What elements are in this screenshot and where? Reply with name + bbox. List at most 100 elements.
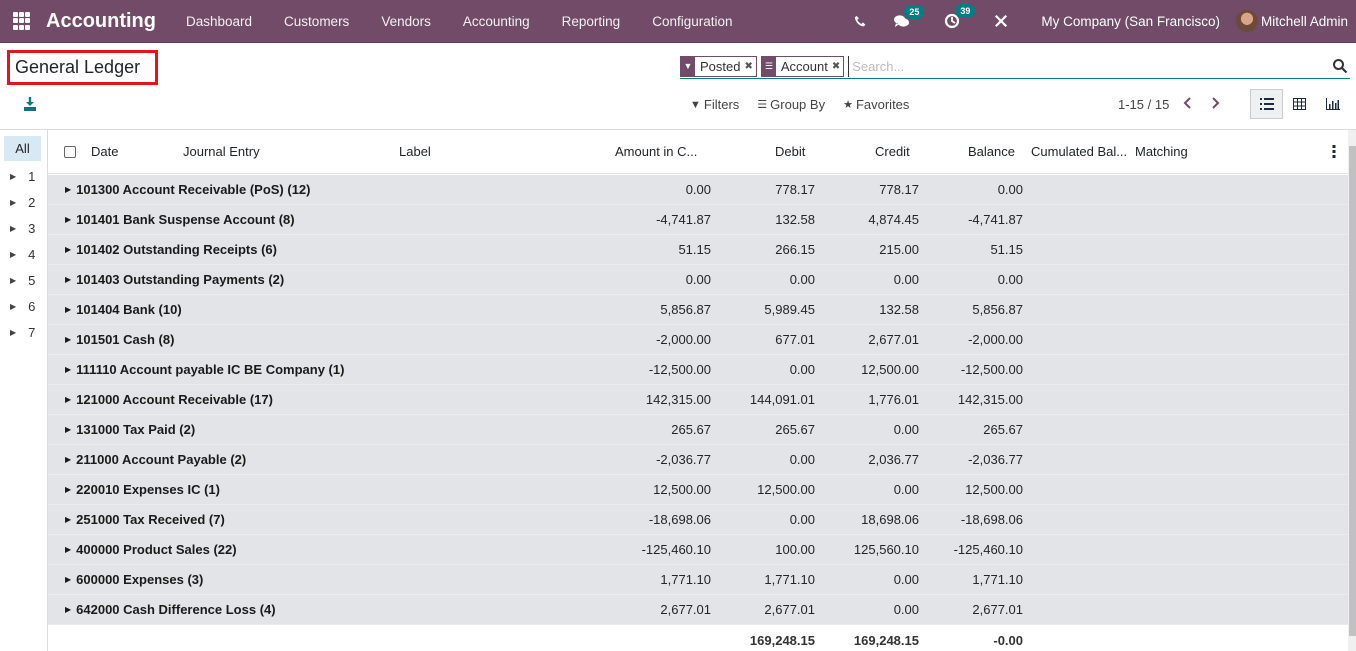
column-journal-entry[interactable]: Journal Entry [183, 144, 260, 159]
credit: 215.00 [879, 242, 919, 257]
facet-posted[interactable]: ▼ Posted ✖ [680, 55, 757, 77]
list-view-button[interactable] [1250, 89, 1283, 119]
favorites-button[interactable]: ★ Favorites [843, 97, 909, 112]
side-item[interactable]: ▶ 2 [10, 192, 40, 212]
credit: 2,677.01 [868, 332, 919, 347]
group-label: ▶ 101300 Account Receivable (PoS) (12) [65, 182, 311, 197]
remove-facet-icon[interactable]: ✖ [744, 57, 755, 76]
messages-button[interactable]: 25 [880, 4, 925, 29]
scrollbar-thumb[interactable] [1349, 146, 1356, 636]
menu-configuration[interactable]: Configuration [636, 14, 748, 29]
group-row[interactable]: ▶ 400000 Product Sales (22) -125,460.10 100… [48, 535, 1348, 565]
optional-columns-icon[interactable] [1332, 145, 1336, 158]
group-row[interactable]: ▶ 131000 Tax Paid (2) 265.67 265.67 0.00 265.… [48, 415, 1348, 445]
user-menu[interactable]: Mitchell Admin [1235, 10, 1356, 32]
side-item-all[interactable]: All [4, 136, 41, 161]
caret-right-icon: ▶ [65, 395, 72, 404]
group-row[interactable]: ▶ 101402 Outstanding Receipts (6) 51.15 266… [48, 235, 1348, 265]
group-row[interactable]: ▶ 101404 Bank (10) 5,856.87 5,989.45 132.58 5… [48, 295, 1348, 325]
remove-facet-icon[interactable]: ✖ [832, 57, 843, 76]
caret-right-icon: ▶ [10, 197, 17, 207]
menu-vendors[interactable]: Vendors [365, 14, 447, 29]
group-name: 101403 Outstanding Payments (2) [76, 272, 285, 287]
activities-button[interactable]: 39 [931, 4, 976, 29]
group-row[interactable]: ▶ 600000 Expenses (3) 1,771.10 1,771.10 0.00… [48, 565, 1348, 595]
group-row[interactable]: ▶ 642000 Cash Difference Loss (4) 2,677.01… [48, 595, 1348, 625]
group-label: ▶ 400000 Product Sales (22) [65, 542, 237, 557]
group-row[interactable]: ▶ 121000 Account Receivable (17) 142,315.0… [48, 385, 1348, 415]
search-input[interactable] [848, 55, 1332, 77]
search-icon[interactable] [1332, 58, 1348, 74]
column-amount-currency[interactable]: Amount in C... [615, 144, 697, 159]
side-item[interactable]: ▶ 6 [10, 296, 40, 316]
debit: 2,677.01 [764, 602, 815, 617]
debug-tools-button[interactable] [981, 14, 1021, 28]
group-row[interactable]: ▶ 111110 Account payable IC BE Company (1… [48, 355, 1348, 385]
select-all-checkbox[interactable] [64, 146, 76, 158]
group-by-button[interactable]: ☰ Group By [757, 97, 825, 112]
balance: 2,677.01 [972, 602, 1023, 617]
group-label: ▶ 642000 Cash Difference Loss (4) [65, 602, 276, 617]
debit: 100.00 [775, 542, 815, 557]
vertical-scrollbar[interactable] [1348, 130, 1356, 651]
credit: 0.00 [893, 422, 919, 437]
amount-currency: -18,698.06 [648, 512, 711, 527]
pager-value[interactable]: 1-15 / 15 [1118, 97, 1169, 112]
column-balance[interactable]: Balance [968, 144, 1015, 159]
group-row[interactable]: ▶ 211000 Account Payable (2) -2,036.77 0.00… [48, 445, 1348, 475]
amount-currency: 51.15 [678, 242, 711, 257]
side-item[interactable]: ▶ 1 [10, 166, 40, 186]
group-name: 131000 Tax Paid (2) [76, 422, 196, 437]
amount-currency: -12,500.00 [648, 362, 711, 377]
pager-previous-icon[interactable] [1183, 96, 1193, 112]
menu-reporting[interactable]: Reporting [546, 14, 637, 29]
filters-button[interactable]: ▼ Filters [690, 97, 739, 112]
group-label: ▶ 220010 Expenses IC (1) [65, 482, 220, 497]
company-switcher[interactable]: My Company (San Francisco) [1021, 14, 1236, 29]
menu-customers[interactable]: Customers [268, 14, 365, 29]
group-name: 101501 Cash (8) [76, 332, 175, 347]
side-item[interactable]: ▶ 4 [10, 244, 40, 264]
side-item[interactable]: ▶ 7 [10, 322, 40, 342]
pivot-view-button[interactable] [1283, 89, 1316, 119]
group-row[interactable]: ▶ 101401 Bank Suspense Account (8) -4,741.… [48, 205, 1348, 235]
column-credit[interactable]: Credit [875, 144, 910, 159]
app-menu-icon[interactable] [13, 12, 31, 30]
graph-view-button[interactable] [1316, 89, 1349, 119]
caret-right-icon: ▶ [10, 249, 17, 259]
side-item[interactable]: ▶ 3 [10, 218, 40, 238]
facet-account[interactable]: ☰ Account ✖ [760, 55, 845, 77]
caret-right-icon: ▶ [65, 605, 72, 614]
balance: 1,771.10 [972, 572, 1023, 587]
menu-dashboard[interactable]: Dashboard [170, 14, 268, 29]
group-row[interactable]: ▶ 220010 Expenses IC (1) 12,500.00 12,500.0… [48, 475, 1348, 505]
column-cumulated-balance[interactable]: Cumulated Bal... [1031, 144, 1127, 159]
side-item[interactable]: ▶ 5 [10, 270, 40, 290]
export-button[interactable] [22, 96, 38, 112]
credit: 0.00 [893, 602, 919, 617]
group-row[interactable]: ▶ 101300 Account Receivable (PoS) (12) 0.0… [48, 175, 1348, 205]
column-matching[interactable]: Matching [1135, 144, 1188, 159]
debit: 0.00 [789, 512, 815, 527]
group-row[interactable]: ▶ 251000 Tax Received (7) -18,698.06 0.00 18… [48, 505, 1348, 535]
caret-right-icon: ▶ [65, 545, 72, 554]
column-label[interactable]: Label [399, 144, 431, 159]
balance: -2,036.77 [968, 452, 1023, 467]
ledger-table: Date Journal Entry Label Amount in C... … [48, 130, 1348, 651]
balance: 5,856.87 [972, 302, 1023, 317]
credit: 18,698.06 [861, 512, 919, 527]
tools-icon [995, 14, 1008, 28]
group-label: ▶ 131000 Tax Paid (2) [65, 422, 195, 437]
column-debit[interactable]: Debit [775, 144, 805, 159]
phone-button[interactable] [841, 15, 880, 28]
pager-next-icon[interactable] [1211, 96, 1221, 112]
menu-accounting[interactable]: Accounting [447, 14, 546, 29]
group-row[interactable]: ▶ 101501 Cash (8) -2,000.00 677.01 2,677.01 -… [48, 325, 1348, 355]
debit: 265.67 [775, 422, 815, 437]
caret-right-icon: ▶ [65, 485, 72, 494]
group-row[interactable]: ▶ 101403 Outstanding Payments (2) 0.00 0.00… [48, 265, 1348, 295]
amount-currency: 0.00 [685, 272, 711, 287]
column-date[interactable]: Date [91, 144, 118, 159]
amount-currency: 2,677.01 [660, 602, 711, 617]
app-name[interactable]: Accounting [46, 10, 156, 33]
